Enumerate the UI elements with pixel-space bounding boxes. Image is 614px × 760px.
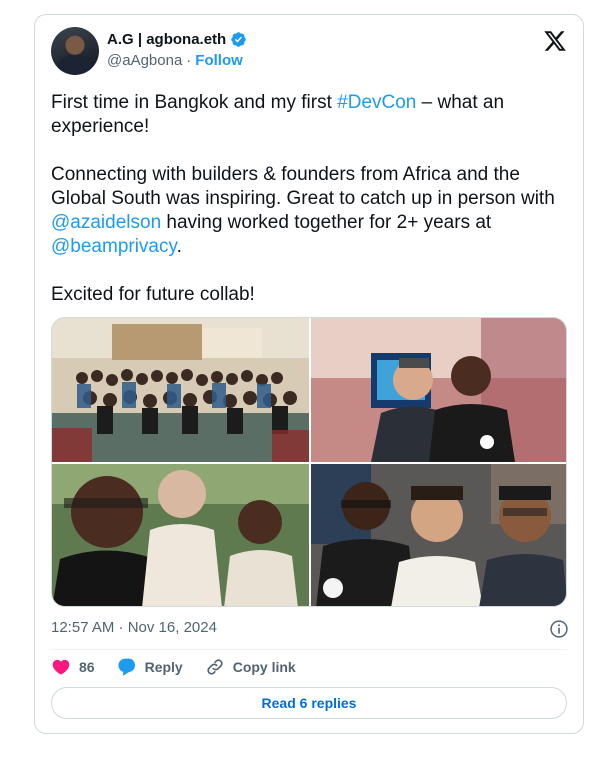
text-span: First time in Bangkok and my first (51, 92, 338, 113)
name-row: A.G | agbona.eth (107, 31, 247, 48)
tweet-paragraph-3: Excited for future collab! (51, 284, 255, 305)
text-span: having worked together for 2+ years at (161, 212, 492, 233)
reply-label: Reply (144, 659, 183, 675)
action-bar: 86 Reply Copy link (51, 657, 318, 677)
photo-selfie-three[interactable] (311, 464, 566, 606)
tweet-header: A.G | agbona.eth @aAgbona · Follow (51, 27, 567, 77)
timestamp-link[interactable]: 12:57 AM · Nov 16, 2024 (51, 619, 217, 636)
text-span: Connecting with builders & founders from… (51, 164, 555, 209)
tweet-card: A.G | agbona.eth @aAgbona · Follow First… (34, 14, 584, 734)
user-info: A.G | agbona.eth @aAgbona · Follow (107, 31, 247, 69)
info-icon[interactable] (549, 619, 569, 639)
media-grid (51, 317, 567, 607)
like-button[interactable]: 86 (51, 657, 95, 677)
tweet-paragraph-1: First time in Bangkok and my first #DevC… (51, 91, 571, 139)
copy-link-button[interactable]: Copy link (205, 657, 296, 677)
photo-group[interactable] (52, 318, 309, 462)
divider (51, 649, 567, 650)
timestamp-row: 12:57 AM · Nov 16, 2024 (51, 619, 569, 639)
copy-link-label: Copy link (232, 659, 296, 675)
heart-icon (52, 659, 70, 675)
reply-bubble-icon (118, 658, 135, 676)
photo-selfie-booth[interactable] (311, 318, 566, 462)
separator-dot: · (186, 52, 192, 69)
photo-selfie-outdoors[interactable] (52, 464, 309, 606)
reply-button[interactable]: Reply (117, 657, 183, 677)
text-span: . (176, 236, 182, 257)
link-chain-icon (207, 659, 223, 675)
verified-badge-icon (230, 31, 247, 48)
tweet-paragraph-2: Connecting with builders & founders from… (51, 163, 571, 259)
follow-link[interactable]: Follow (195, 52, 243, 69)
handle[interactable]: @aAgbona (107, 52, 182, 69)
like-count: 86 (79, 659, 95, 675)
handle-row: @aAgbona · Follow (107, 52, 247, 69)
read-replies-button[interactable]: Read 6 replies (51, 687, 567, 719)
tweet-body: First time in Bangkok and my first #DevC… (51, 91, 571, 307)
mention-link[interactable]: @beamprivacy (51, 236, 177, 257)
display-name[interactable]: A.G | agbona.eth (107, 31, 226, 48)
mention-link[interactable]: @azaidelson (51, 212, 161, 233)
x-logo-icon[interactable] (543, 29, 567, 53)
hashtag-link[interactable]: #DevCon (337, 92, 416, 113)
avatar[interactable] (51, 27, 99, 75)
